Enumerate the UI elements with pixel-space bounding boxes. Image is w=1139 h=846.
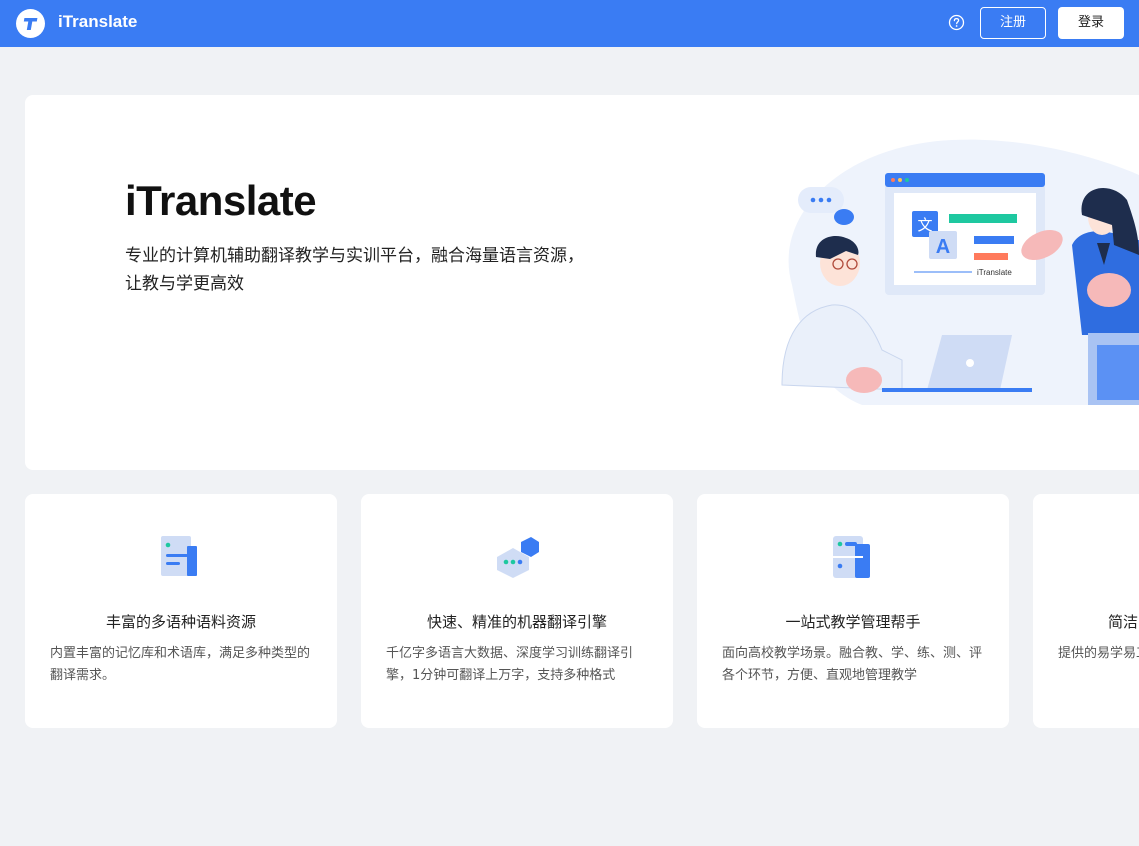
feature-card[interactable]: 一站式教学管理帮手 面向高校教学场景。融合教、学、练、测、评各个环节，方便、直观… (697, 494, 1009, 728)
svg-text:A: A (936, 236, 950, 258)
feature-desc: 内置丰富的记忆库和术语库，满足多种类型的翻译需求。 (50, 646, 311, 683)
document-icon (161, 536, 197, 576)
feature-title: 一站式教学管理帮手 (785, 613, 921, 631)
feature-card[interactable]: 丰富的多语种语料资源 内置丰富的记忆库和术语库，满足多种类型的翻译需求。 (25, 494, 337, 728)
translate-window: 文 A iTranslate (885, 173, 1045, 295)
engine-cube-icon (497, 537, 539, 578)
hero-subtitle-line-2: 让教与学更高效 (125, 274, 244, 294)
help-icon[interactable] (948, 14, 965, 31)
logo-icon[interactable] (16, 9, 45, 38)
svg-text:iTranslate: iTranslate (977, 268, 1012, 277)
feature-title: 丰富的多语种语料资源 (105, 613, 256, 631)
feature-desc: 千亿字多语言大数据、深度学习训练翻译引擎，1分钟可翻译上万字，支持多种格式 (386, 646, 634, 683)
feature-desc: 提供的易学易工具的学习成 (1058, 646, 1139, 661)
feature-desc: 面向高校教学场景。融合教、学、练、测、评各个环节，方便、直观地管理教学 (722, 646, 983, 683)
register-button[interactable]: 注册 (980, 7, 1046, 39)
hero-banner: iTranslate 专业的计算机辅助翻译教学与实训平台，融合海量语言资源， 让… (25, 95, 1139, 470)
management-panel-icon (833, 536, 870, 578)
feature-title: 快速、精准的机器翻译引擎 (426, 613, 607, 631)
hero-title: iTranslate (125, 177, 317, 224)
login-button[interactable]: 登录 (1058, 7, 1124, 39)
feature-card[interactable]: 简洁 提供的易学易工具的学习成 (1033, 494, 1139, 728)
hero-illustration: 文 A iTranslate (781, 139, 1139, 405)
top-navbar: iTranslate 注册 登录 (0, 0, 1139, 47)
hero-subtitle-line-1: 专业的计算机辅助翻译教学与实训平台，融合海量语言资源， (125, 246, 584, 266)
feature-card[interactable]: 快速、精准的机器翻译引擎 千亿字多语言大数据、深度学习训练翻译引擎，1分钟可翻译… (361, 494, 673, 728)
brand-name[interactable]: iTranslate (58, 12, 137, 32)
feature-title: 简洁 (1108, 613, 1139, 631)
